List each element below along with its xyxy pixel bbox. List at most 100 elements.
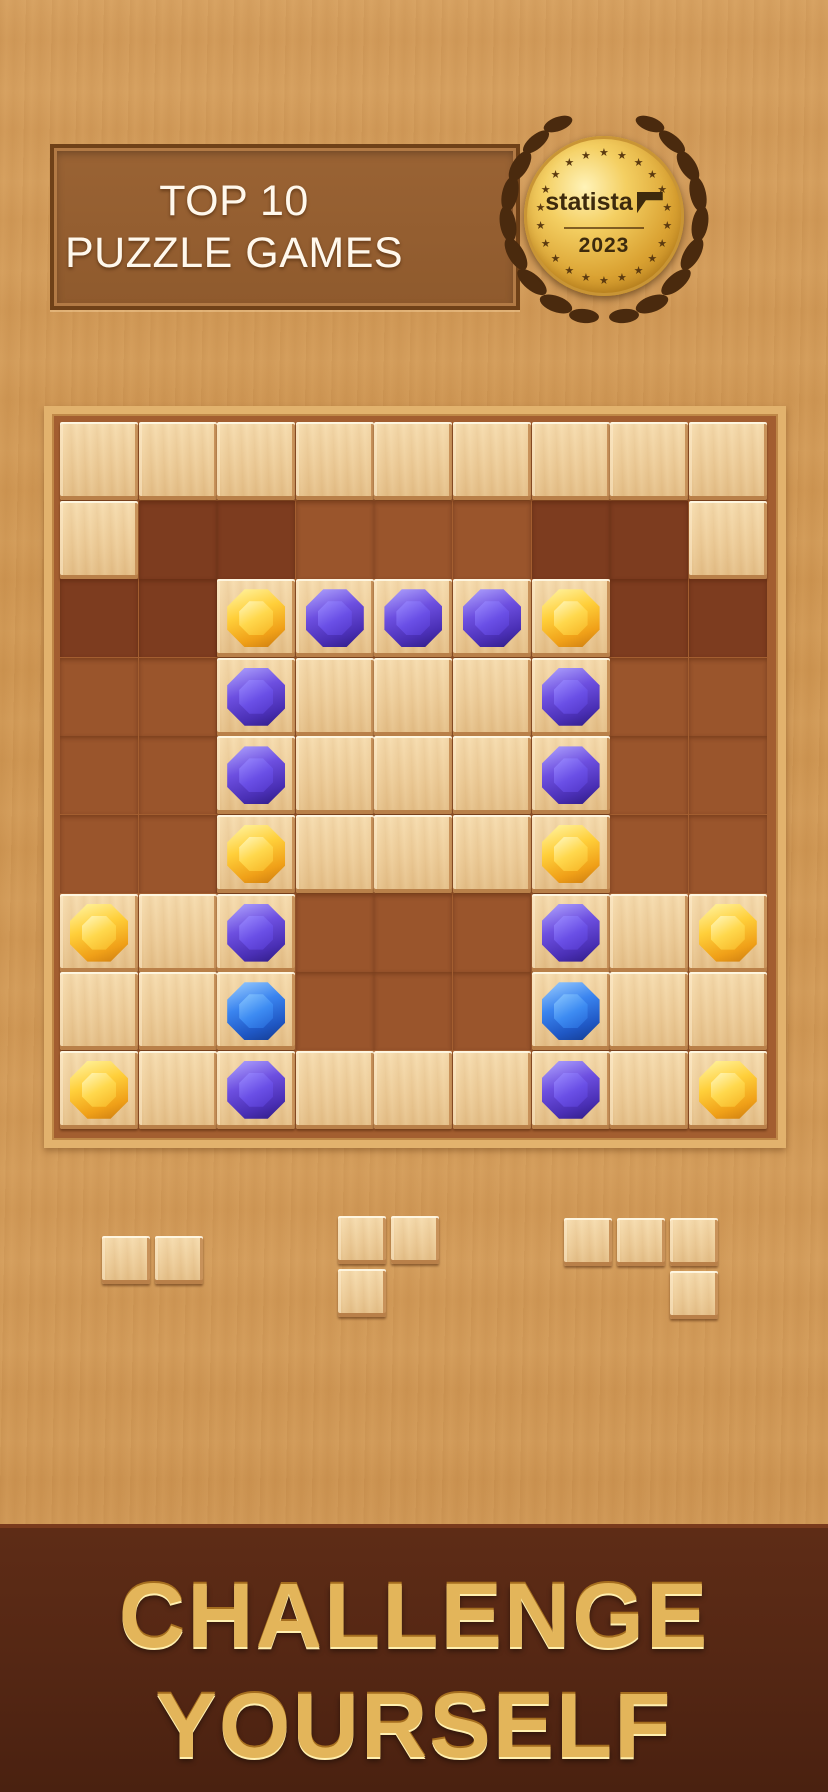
empty-slot[interactable] — [453, 972, 531, 1051]
empty-slot[interactable] — [610, 815, 689, 893]
empty-slot[interactable] — [688, 736, 767, 815]
gem-tile[interactable] — [688, 893, 767, 972]
empty-slot[interactable] — [60, 579, 138, 658]
empty-slot[interactable] — [610, 500, 689, 579]
gold-gem-icon — [227, 589, 286, 648]
empty-slot[interactable] — [610, 579, 689, 658]
purple-gem-icon — [541, 903, 600, 962]
wood-tile[interactable] — [138, 1050, 217, 1129]
empty-slot[interactable] — [60, 815, 138, 893]
gem-tile[interactable] — [217, 736, 296, 815]
gem-tile[interactable] — [531, 893, 610, 972]
piece-block — [338, 1216, 386, 1264]
wood-tile[interactable] — [217, 422, 296, 500]
gem-tile[interactable] — [217, 893, 296, 972]
gem-tile[interactable] — [60, 1050, 138, 1129]
wood-tile[interactable] — [374, 657, 453, 736]
wood-tile[interactable] — [60, 972, 138, 1051]
medal-star-icon: ★ — [617, 148, 627, 162]
wood-tile[interactable] — [295, 1050, 374, 1129]
headline-line-2: YOURSELF — [155, 1675, 673, 1777]
promo-footer: CHALLENGE YOURSELF — [0, 1524, 828, 1792]
gem-tile[interactable] — [295, 579, 374, 658]
game-board[interactable] — [44, 406, 786, 1148]
wood-tile[interactable] — [374, 1050, 453, 1129]
wood-tile[interactable] — [453, 815, 531, 893]
wood-tile[interactable] — [138, 893, 217, 972]
wood-tile[interactable] — [610, 422, 689, 500]
wood-tile[interactable] — [374, 422, 453, 500]
medal-star-icon: ★ — [633, 156, 644, 170]
gold-gem-icon — [70, 903, 128, 962]
wood-tile[interactable] — [60, 422, 138, 500]
medal-star-icon: ★ — [617, 271, 627, 285]
gem-tile[interactable] — [688, 1050, 767, 1129]
gem-tile[interactable] — [217, 579, 296, 658]
wood-tile[interactable] — [688, 500, 767, 579]
gem-tile[interactable] — [531, 1050, 610, 1129]
purple-gem-icon — [541, 746, 600, 805]
purple-gem-icon — [541, 1060, 600, 1119]
empty-slot[interactable] — [295, 972, 374, 1051]
wood-tile[interactable] — [610, 972, 689, 1051]
empty-slot[interactable] — [138, 579, 217, 658]
empty-slot[interactable] — [610, 657, 689, 736]
empty-slot[interactable] — [374, 500, 453, 579]
wood-tile[interactable] — [295, 657, 374, 736]
wood-tile[interactable] — [374, 736, 453, 815]
empty-slot[interactable] — [60, 657, 138, 736]
wood-tile[interactable] — [688, 972, 767, 1051]
empty-slot[interactable] — [688, 657, 767, 736]
wood-tile[interactable] — [610, 1050, 689, 1129]
empty-slot[interactable] — [138, 500, 217, 579]
gem-tile[interactable] — [374, 579, 453, 658]
medal-star-icon: ★ — [564, 263, 575, 277]
medal-star-icon: ★ — [599, 274, 609, 287]
gem-tile[interactable] — [217, 972, 296, 1051]
empty-slot[interactable] — [453, 893, 531, 972]
empty-slot[interactable] — [453, 500, 531, 579]
empty-slot[interactable] — [60, 736, 138, 815]
medal-star-icon: ★ — [599, 146, 609, 159]
empty-slot[interactable] — [374, 893, 453, 972]
wood-tile[interactable] — [138, 422, 217, 500]
wood-tile[interactable] — [453, 422, 531, 500]
wood-tile[interactable] — [295, 815, 374, 893]
empty-slot[interactable] — [138, 736, 217, 815]
empty-slot[interactable] — [531, 500, 610, 579]
empty-slot[interactable] — [295, 500, 374, 579]
gold-gem-icon — [698, 1060, 757, 1119]
empty-slot[interactable] — [295, 893, 374, 972]
gem-tile[interactable] — [531, 736, 610, 815]
empty-slot[interactable] — [610, 736, 689, 815]
gem-tile[interactable] — [531, 972, 610, 1051]
purple-gem-icon — [227, 667, 286, 726]
empty-slot[interactable] — [138, 657, 217, 736]
wood-tile[interactable] — [295, 736, 374, 815]
empty-slot[interactable] — [374, 972, 453, 1051]
gem-tile[interactable] — [453, 579, 531, 658]
gem-tile[interactable] — [531, 815, 610, 893]
wood-tile[interactable] — [453, 657, 531, 736]
wood-tile[interactable] — [688, 422, 767, 500]
empty-slot[interactable] — [688, 815, 767, 893]
wood-tile[interactable] — [453, 736, 531, 815]
piece-block — [617, 1218, 665, 1266]
empty-slot[interactable] — [217, 500, 296, 579]
wood-tile[interactable] — [531, 422, 610, 500]
gem-tile[interactable] — [60, 893, 138, 972]
wood-tile[interactable] — [295, 422, 374, 500]
empty-slot[interactable] — [688, 579, 767, 658]
wood-tile[interactable] — [60, 500, 138, 579]
gem-tile[interactable] — [217, 1050, 296, 1129]
wood-tile[interactable] — [374, 815, 453, 893]
gem-tile[interactable] — [531, 657, 610, 736]
gem-tile[interactable] — [531, 579, 610, 658]
wood-tile[interactable] — [610, 893, 689, 972]
empty-slot[interactable] — [138, 815, 217, 893]
gem-tile[interactable] — [217, 815, 296, 893]
gem-tile[interactable] — [217, 657, 296, 736]
blue-gem-icon — [541, 982, 600, 1041]
wood-tile[interactable] — [138, 972, 217, 1051]
wood-tile[interactable] — [453, 1050, 531, 1129]
